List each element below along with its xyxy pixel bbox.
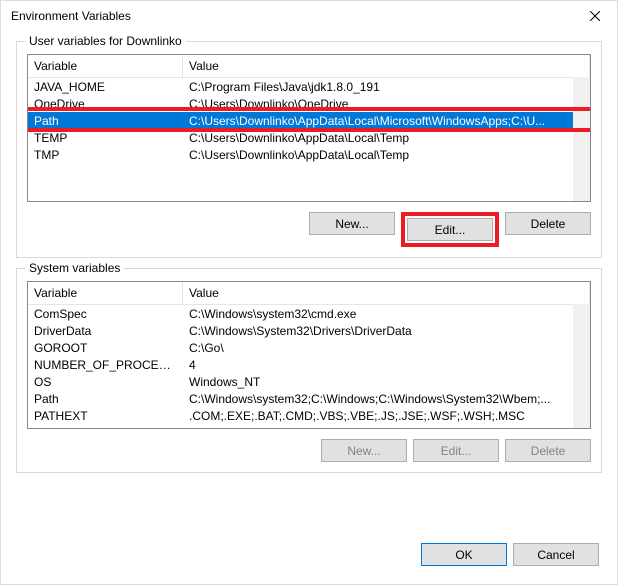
cell-value: C:\Program Files\Java\jdk1.8.0_191	[183, 80, 590, 94]
cell-variable: OneDrive	[28, 97, 183, 111]
system-new-button[interactable]: New...	[321, 439, 407, 462]
ok-button[interactable]: OK	[421, 543, 507, 566]
table-row[interactable]: PathC:\Users\Downlinko\AppData\Local\Mic…	[28, 112, 590, 129]
cell-variable: Path	[28, 114, 183, 128]
cell-variable: Path	[28, 392, 183, 406]
cell-variable: TMP	[28, 148, 183, 162]
table-row[interactable]: DriverDataC:\Windows\System32\Drivers\Dr…	[28, 322, 590, 339]
cell-value: .COM;.EXE;.BAT;.CMD;.VBS;.VBE;.JS;.JSE;.…	[183, 409, 590, 423]
cancel-button[interactable]: Cancel	[513, 543, 599, 566]
table-row[interactable]: OSWindows_NT	[28, 373, 590, 390]
close-icon	[590, 11, 600, 21]
cell-variable: OS	[28, 375, 183, 389]
table-row[interactable]: GOROOTC:\Go\	[28, 339, 590, 356]
close-button[interactable]	[572, 1, 617, 31]
user-delete-button[interactable]: Delete	[505, 212, 591, 235]
edit-button-highlight: Edit...	[401, 212, 499, 247]
scrollbar[interactable]	[573, 77, 590, 201]
table-row[interactable]: OneDriveC:\Users\Downlinko\OneDrive	[28, 95, 590, 112]
user-variables-label: User variables for Downlinko	[25, 34, 186, 48]
cell-variable: GOROOT	[28, 341, 183, 355]
system-button-row: New... Edit... Delete	[27, 439, 591, 462]
cell-variable: JAVA_HOME	[28, 80, 183, 94]
user-button-row: New... Edit... Delete	[27, 212, 591, 247]
system-edit-button[interactable]: Edit...	[413, 439, 499, 462]
cell-value: Windows_NT	[183, 375, 590, 389]
system-variables-list[interactable]: Variable Value ComSpecC:\Windows\system3…	[27, 281, 591, 429]
table-row[interactable]: TMPC:\Users\Downlinko\AppData\Local\Temp	[28, 146, 590, 163]
cell-value: C:\Users\Downlinko\AppData\Local\Microso…	[183, 114, 590, 128]
cell-value: C:\Windows\system32;C:\Windows;C:\Window…	[183, 392, 590, 406]
cell-variable: PATHEXT	[28, 409, 183, 423]
cell-value: 4	[183, 358, 590, 372]
cell-variable: DriverData	[28, 324, 183, 338]
table-row[interactable]: ComSpecC:\Windows\system32\cmd.exe	[28, 305, 590, 322]
scrollbar[interactable]	[573, 304, 590, 428]
cell-variable: TEMP	[28, 131, 183, 145]
cell-value: C:\Users\Downlinko\OneDrive	[183, 97, 590, 111]
dialog-body: User variables for Downlinko Variable Va…	[1, 31, 617, 529]
titlebar: Environment Variables	[1, 1, 617, 31]
col-header-variable[interactable]: Variable	[28, 55, 183, 77]
env-vars-dialog: Environment Variables User variables for…	[0, 0, 618, 585]
list-header: Variable Value	[28, 282, 590, 305]
window-title: Environment Variables	[11, 9, 131, 23]
table-row[interactable]: PathC:\Windows\system32;C:\Windows;C:\Wi…	[28, 390, 590, 407]
table-row[interactable]: JAVA_HOMEC:\Program Files\Java\jdk1.8.0_…	[28, 78, 590, 95]
system-delete-button[interactable]: Delete	[505, 439, 591, 462]
cell-variable: NUMBER_OF_PROCESSORS	[28, 358, 183, 372]
user-variables-group: User variables for Downlinko Variable Va…	[16, 41, 602, 258]
user-variables-list[interactable]: Variable Value JAVA_HOMEC:\Program Files…	[27, 54, 591, 202]
list-header: Variable Value	[28, 55, 590, 78]
cell-value: C:\Go\	[183, 341, 590, 355]
system-variables-label: System variables	[25, 261, 124, 275]
table-row[interactable]: NUMBER_OF_PROCESSORS4	[28, 356, 590, 373]
cell-value: C:\Users\Downlinko\AppData\Local\Temp	[183, 148, 590, 162]
col-header-value[interactable]: Value	[183, 55, 590, 77]
col-header-variable[interactable]: Variable	[28, 282, 183, 304]
col-header-value[interactable]: Value	[183, 282, 590, 304]
table-row[interactable]: TEMPC:\Users\Downlinko\AppData\Local\Tem…	[28, 129, 590, 146]
cell-variable: ComSpec	[28, 307, 183, 321]
table-row[interactable]: PATHEXT.COM;.EXE;.BAT;.CMD;.VBS;.VBE;.JS…	[28, 407, 590, 424]
user-edit-button[interactable]: Edit...	[407, 218, 493, 241]
cell-value: C:\Windows\system32\cmd.exe	[183, 307, 590, 321]
system-variables-group: System variables Variable Value ComSpecC…	[16, 268, 602, 473]
cell-value: C:\Windows\System32\Drivers\DriverData	[183, 324, 590, 338]
user-new-button[interactable]: New...	[309, 212, 395, 235]
cell-value: C:\Users\Downlinko\AppData\Local\Temp	[183, 131, 590, 145]
dialog-footer: OK Cancel	[1, 529, 617, 584]
